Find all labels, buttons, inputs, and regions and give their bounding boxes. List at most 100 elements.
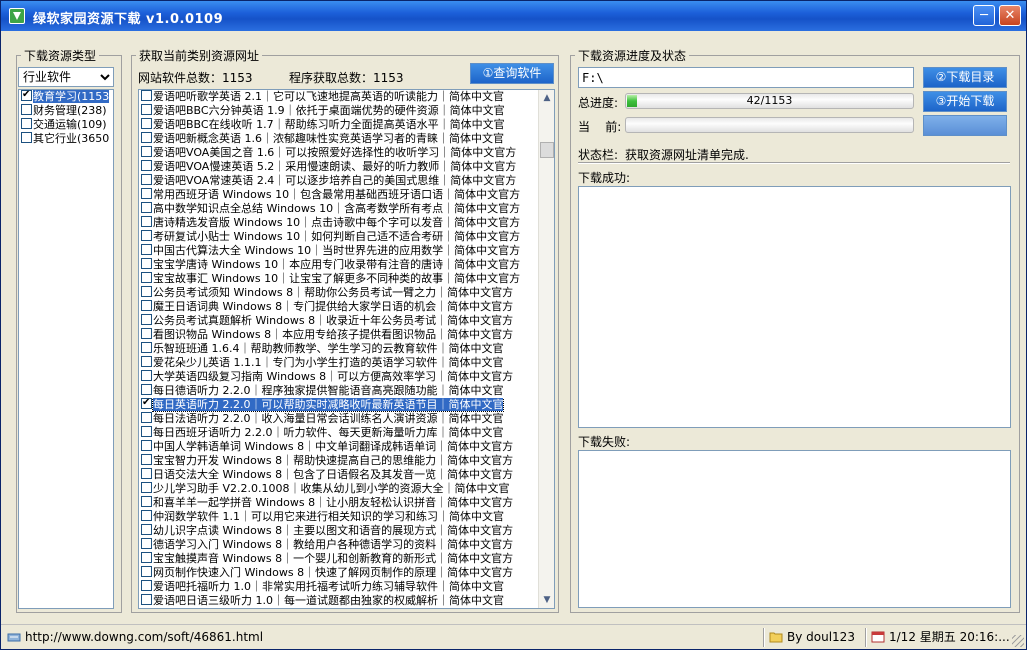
software-checkbox[interactable] xyxy=(141,510,152,521)
download-path-input[interactable] xyxy=(578,67,914,88)
software-checkbox[interactable] xyxy=(141,496,152,507)
title-bar[interactable]: 绿软家园资源下载 v1.0.0109 ─ ✕ xyxy=(1,1,1026,31)
software-list-item[interactable]: 宝宝学唐诗 Windows 10｜本应用专门收录带有注音的唐诗｜简体中文官方 xyxy=(139,258,537,272)
software-list-item[interactable]: 宝宝触摸声音 Windows 8｜一个婴儿和创新教育的新形式｜简体中文官方 xyxy=(139,552,537,566)
scroll-up-icon[interactable]: ▲ xyxy=(539,90,554,106)
software-checkbox[interactable] xyxy=(141,342,152,353)
software-list-item[interactable]: 爱语吧BBC六分钟英语 1.9｜依托于桌面端优势的硬件资源｜简体中文官 xyxy=(139,104,537,118)
software-checkbox[interactable] xyxy=(141,482,152,493)
software-list-item[interactable]: 爱语吧VOA常速英语 2.4｜可以逐步培养自己的美国式思维｜简体中文官方 xyxy=(139,174,537,188)
software-list-item[interactable]: 爱花朵少儿英语 1.1.1｜专门为小学生打造的英语学习软件｜简体中文官 xyxy=(139,356,537,370)
software-checkbox[interactable] xyxy=(141,216,152,227)
software-checkbox[interactable] xyxy=(141,356,152,367)
software-checkbox[interactable] xyxy=(141,146,152,157)
software-list-item[interactable]: 宝宝智力开发 Windows 8｜帮助快速提高自己的思维能力｜简体中文官方 xyxy=(139,454,537,468)
fail-log[interactable] xyxy=(578,450,1011,608)
software-checkbox[interactable] xyxy=(141,440,152,451)
software-list-item[interactable]: 少儿学习助手 V2.2.0.1008｜收集从幼儿到小学的资源大全｜简体中文官 xyxy=(139,482,537,496)
software-list-item[interactable]: 爱语吧VOA美国之音 1.6｜可以按照爱好选择性的收听学习｜简体中文官方 xyxy=(139,146,537,160)
category-item[interactable]: 财务管理(238) xyxy=(19,104,113,118)
software-checkbox[interactable] xyxy=(141,468,152,479)
software-checkbox[interactable] xyxy=(141,300,152,311)
software-checkbox[interactable] xyxy=(141,384,152,395)
scroll-thumb[interactable] xyxy=(540,142,554,158)
software-checkbox[interactable] xyxy=(141,412,152,423)
software-checkbox[interactable] xyxy=(141,580,152,591)
start-download-button[interactable]: ③开始下载 xyxy=(923,91,1007,112)
software-list-item[interactable]: 爱语吧托福听力 1.0｜非常实用托福考试听力练习辅导软件｜简体中文官 xyxy=(139,580,537,594)
software-list-item[interactable]: 幼儿识字点读 Windows 8｜主要以图文和语音的展现方式｜简体中文官方 xyxy=(139,524,537,538)
category-type-select[interactable]: 行业软件 xyxy=(18,67,114,87)
category-checkbox[interactable] xyxy=(21,118,32,129)
software-list-item[interactable]: 爱语吧BBC在线收听 1.7｜帮助练习听力全面提高英语水平｜简体中文官 xyxy=(139,118,537,132)
download-directory-button[interactable]: ②下载目录 xyxy=(923,67,1007,88)
software-list-item[interactable]: 常用西班牙语 Windows 10｜包含最常用基础西班牙语口语｜简体中文官方 xyxy=(139,188,537,202)
software-checkbox[interactable] xyxy=(141,370,152,381)
software-checkbox[interactable] xyxy=(141,272,152,283)
software-checkbox[interactable] xyxy=(141,202,152,213)
software-checkbox[interactable] xyxy=(141,454,152,465)
category-checkbox[interactable] xyxy=(21,132,32,143)
software-checkbox[interactable] xyxy=(141,286,152,297)
software-checkbox[interactable] xyxy=(141,188,152,199)
query-software-button[interactable]: ①查询软件 xyxy=(470,63,554,84)
software-list[interactable]: 爱语吧听歌学英语 2.1｜它可以飞速地提高英语的听读能力｜简体中文官 爱语吧BBC… xyxy=(138,89,555,609)
software-list-item[interactable]: 考研复试小贴士 Windows 10｜如何判断自己适不适合考研｜简体中文官方 xyxy=(139,230,537,244)
software-checkbox[interactable] xyxy=(141,524,152,535)
software-list-item[interactable]: 每日德语听力 2.2.0｜程序独家提供智能语音高亮跟随功能｜简体中文官 xyxy=(139,384,537,398)
software-list-item[interactable]: 魔王日语词典 Windows 8｜专门提供给大家学日语的机会｜简体中文官方 xyxy=(139,300,537,314)
software-list-item[interactable]: 大学英语四级复习指南 Windows 8｜可以方便高效率学习｜简体中文官方 xyxy=(139,370,537,384)
software-checkbox[interactable] xyxy=(141,552,152,563)
software-list-item[interactable]: 爱语吧日语三级听力 1.0｜每一道试题都由独家的权威解析｜简体中文官 xyxy=(139,594,537,608)
software-checkbox[interactable] xyxy=(141,426,152,437)
close-button[interactable]: ✕ xyxy=(999,5,1021,26)
software-list-item[interactable]: 中国人学韩语单词 Windows 8｜中文单词翻译成韩语单词｜简体中文官方 xyxy=(139,440,537,454)
software-list-item[interactable]: 仲润数学软件 1.1｜可以用它来进行相关知识的学习和练习｜简体中文官 xyxy=(139,510,537,524)
software-checkbox[interactable] xyxy=(141,538,152,549)
software-list-item[interactable]: 公务员考试须知 Windows 8｜帮助你公务员考试一臂之力｜简体中文官方 xyxy=(139,286,537,300)
software-list-item[interactable]: 看图识物品 Windows 8｜本应用专给孩子提供看图识物品｜简体中文官方 xyxy=(139,328,537,342)
software-checkbox[interactable] xyxy=(141,132,152,143)
resize-grip-icon[interactable] xyxy=(1012,635,1024,647)
software-list-item[interactable]: 公务员考试真题解析 Windows 8｜收录近十年公务员考试｜简体中文官方 xyxy=(139,314,537,328)
scroll-down-icon[interactable]: ▼ xyxy=(539,592,554,608)
software-list-item[interactable]: 爱语吧VOA慢速英语 5.2｜采用慢速朗读、最好的听力教师｜简体中文官方 xyxy=(139,160,537,174)
software-list-item[interactable]: 德语学习入门 Windows 8｜教给用户各种德语学习的资料｜简体中文官方 xyxy=(139,538,537,552)
software-checkbox[interactable] xyxy=(141,398,152,410)
software-list-item[interactable]: 高中数学知识点全总结 Windows 10｜含高考数学所有考点｜简体中文官方 xyxy=(139,202,537,216)
software-list-item[interactable]: 乐智班班通 1.6.4｜帮助教师教学、学生学习的云教育软件｜简体中文官 xyxy=(139,342,537,356)
success-log[interactable] xyxy=(578,186,1011,428)
software-list-item[interactable]: 中国古代算法大全 Windows 10｜当时世界先进的应用数学｜简体中文官方 xyxy=(139,244,537,258)
category-item[interactable]: 其它行业(3650 xyxy=(19,132,113,146)
software-list-item[interactable]: 爱语吧听歌学英语 2.1｜它可以飞速地提高英语的听读能力｜简体中文官 xyxy=(139,90,537,104)
category-item[interactable]: 教育学习(1153 xyxy=(19,90,113,104)
software-list-item[interactable]: 每日法语听力 2.2.0｜收入海量日常会话训练名人演讲资源｜简体中文官 xyxy=(139,412,537,426)
software-list-item[interactable]: 网页制作快速入门 Windows 8｜快速了解网页制作的原理｜简体中文官方 xyxy=(139,566,537,580)
software-list-item[interactable]: 日语交法大全 Windows 8｜包含了日语假名及其发音一览｜简体中文官方 xyxy=(139,468,537,482)
software-checkbox[interactable] xyxy=(141,230,152,241)
software-checkbox[interactable] xyxy=(141,258,152,269)
category-checkbox[interactable] xyxy=(21,90,32,102)
disabled-action-button[interactable] xyxy=(923,115,1007,136)
software-list-item[interactable]: 每日英语听力 2.2.0｜可以帮助实时减略收听最新英语节目｜简体中文官 xyxy=(139,398,537,412)
software-checkbox[interactable] xyxy=(141,160,152,171)
software-checkbox[interactable] xyxy=(141,594,152,605)
software-checkbox[interactable] xyxy=(141,244,152,255)
category-checkbox[interactable] xyxy=(21,104,32,115)
software-checkbox[interactable] xyxy=(141,104,152,115)
software-checkbox[interactable] xyxy=(141,328,152,339)
software-list-item[interactable]: 爱语吧新概念英语 1.6｜浓郁趣味性实竞英语学习者的青睐｜简体中文官 xyxy=(139,132,537,146)
category-list[interactable]: 教育学习(1153财务管理(238)交通运输(109)其它行业(3650 xyxy=(18,89,114,609)
software-list-item[interactable]: 每日西班牙语听力 2.2.0｜听力软件、每天更新海量听力库｜简体中文官 xyxy=(139,426,537,440)
software-list-item[interactable]: 宝宝故事汇 Windows 10｜让宝宝了解更多不同种类的故事｜简体中文官方 xyxy=(139,272,537,286)
software-checkbox[interactable] xyxy=(141,174,152,185)
minimize-button[interactable]: ─ xyxy=(973,5,995,26)
software-checkbox[interactable] xyxy=(141,566,152,577)
software-list-item[interactable]: 和喜羊羊一起学拼音 Windows 8｜让小朋友轻松认识拼音｜简体中文官方 xyxy=(139,496,537,510)
software-checkbox[interactable] xyxy=(141,90,152,101)
software-checkbox[interactable] xyxy=(141,314,152,325)
software-checkbox[interactable] xyxy=(141,118,152,129)
category-item[interactable]: 交通运输(109) xyxy=(19,118,113,132)
software-list-item[interactable]: 唐诗精选发音版 Windows 10｜点击诗歌中每个字可以发音｜简体中文官方 xyxy=(139,216,537,230)
software-list-scrollbar[interactable]: ▲ ▼ xyxy=(538,90,554,608)
